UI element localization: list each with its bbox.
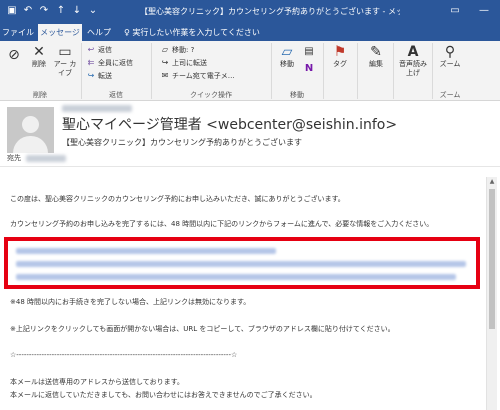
save-icon[interactable]: ▣ xyxy=(6,4,18,18)
team-email-icon: ✉ xyxy=(161,71,169,80)
group-label-delete: 削除 xyxy=(33,91,47,99)
forward-button[interactable]: ↪ 転送 xyxy=(86,70,112,82)
body-line: ※上記リンクをクリックしても画面が開かない場合は、URL をコピーして、ブラウザ… xyxy=(10,325,395,333)
tags-button[interactable]: ⚑ タグ xyxy=(328,44,352,69)
move-label: 移動 xyxy=(280,60,294,68)
zoom-label: ズーム xyxy=(439,60,461,68)
archive-box-icon: ▭ xyxy=(58,44,72,60)
ribbon: ⊘ ✕ 削除 ▭ アー カイブ 削除 ↩ 返信 ⇇ 全員に返信 ↪ 転送 返信 ▱ 移動… xyxy=(0,41,500,101)
scroll-up-icon[interactable]: ▲ xyxy=(487,177,497,187)
junk-button[interactable]: ⊘ xyxy=(5,47,23,63)
group-label-zoom: ズーム xyxy=(439,91,461,99)
read-aloud-icon: A xyxy=(407,44,419,60)
redo-icon[interactable]: ↷ xyxy=(38,4,50,18)
reply-button[interactable]: ↩ 返信 xyxy=(86,44,112,56)
read-aloud-label: 音声読み 上げ xyxy=(399,60,427,77)
forward-label: 転送 xyxy=(98,72,112,80)
body-line: 本メールは送信専用のアドレスから送信しております。 xyxy=(10,378,184,386)
vertical-scrollbar[interactable]: ▲ xyxy=(486,177,497,410)
delete-x-icon: ✕ xyxy=(33,44,45,60)
chevron-down-icon[interactable]: ⌄ xyxy=(88,4,98,18)
tell-me-search[interactable]: ♀ 実行したい作業を入力してください xyxy=(124,24,260,41)
tab-help[interactable]: ヘルプ xyxy=(84,24,114,41)
editing-button[interactable]: ✎ 編集 xyxy=(362,44,390,69)
tags-label: タグ xyxy=(333,60,347,68)
reply-label: 返信 xyxy=(98,46,112,54)
body-line: この度は、聖心美容クリニックのカウンセリング予約にお申し込みいただき、誠にありが… xyxy=(10,195,345,203)
redacted-link[interactable] xyxy=(16,274,456,280)
quick-step-forward-manager[interactable]: ↪ 上司に転送 xyxy=(160,57,207,69)
reply-all-button[interactable]: ⇇ 全員に返信 xyxy=(86,57,133,69)
undo-icon[interactable]: ↶ xyxy=(22,4,34,18)
body-line: 本メールに返信していただきましても、お問い合わせにはお答えできませんのでご了承く… xyxy=(10,391,317,399)
group-label-tags xyxy=(324,90,356,100)
editing-label: 編集 xyxy=(369,60,383,68)
onenote-icon: N xyxy=(304,63,314,74)
group-label-respond: 返信 xyxy=(109,91,123,99)
sender-name[interactable]: 聖心マイページ管理者 <webcenter@seishin.info> xyxy=(62,116,397,134)
quick-step-label: 移動: ? xyxy=(172,46,195,54)
archive-button[interactable]: ▭ アー カイブ xyxy=(53,44,77,78)
tab-file[interactable]: ファイル xyxy=(0,24,36,41)
rules-icon: ▤ xyxy=(304,46,314,57)
lightbulb-icon: ♀ xyxy=(124,28,130,37)
scrollbar-thumb[interactable] xyxy=(489,189,495,329)
quick-step-move[interactable]: ▱ 移動: ? xyxy=(160,44,194,56)
ribbon-tabs: ファイル メッセージ ヘルプ ♀ 実行したい作業を入力してください xyxy=(0,22,500,41)
move-folder-icon: ▱ xyxy=(281,44,293,60)
ribbon-display-icon[interactable]: ▭ xyxy=(444,3,466,19)
redacted-link[interactable] xyxy=(16,248,276,254)
body-divider-line: ☆---------------------------------------… xyxy=(10,351,238,359)
to-label: 宛先 xyxy=(7,154,21,162)
window-title: 【聖心美容クリニック】カウンセリング予約ありがとうございます - メッセージ (… xyxy=(140,7,400,16)
read-aloud-button[interactable]: A 音声読み 上げ xyxy=(396,44,430,78)
reply-icon: ↩ xyxy=(87,45,95,54)
redacted-recipient xyxy=(26,155,66,162)
body-line: ※48 時間以内にお手続きを完了しない場合、上記リンクは無効になります。 xyxy=(10,298,251,306)
delete-button[interactable]: ✕ 削除 xyxy=(27,44,51,69)
archive-label: アー カイブ xyxy=(53,60,77,77)
group-label-move: 移動 xyxy=(290,91,304,99)
flag-icon: ⚑ xyxy=(333,44,347,60)
quick-step-label: 上司に転送 xyxy=(172,59,207,67)
group-label-quick-steps: クイック操作 xyxy=(190,91,232,99)
redacted-date xyxy=(62,105,132,112)
forward-to-manager-icon: ↪ xyxy=(161,58,169,67)
reply-all-label: 全員に返信 xyxy=(98,59,133,67)
zoom-icon: ⚲ xyxy=(444,44,456,60)
tab-message[interactable]: メッセージ xyxy=(38,24,82,41)
move-button[interactable]: ▱ 移動 xyxy=(274,44,300,69)
message-header: 聖心マイページ管理者 <webcenter@seishin.info> 【聖心美… xyxy=(0,101,500,167)
forward-icon: ↪ xyxy=(87,71,95,80)
zoom-button[interactable]: ⚲ ズーム xyxy=(436,44,464,69)
message-body: この度は、聖心美容クリニックのカウンセリング予約にお申し込みいただき、誠にありが… xyxy=(0,168,500,410)
rules-button[interactable]: ▤ xyxy=(302,44,316,60)
arrow-up-icon[interactable]: ↑ xyxy=(56,4,66,18)
delete-label: 削除 xyxy=(32,60,46,68)
tell-me-label: 実行したい作業を入力してください xyxy=(132,28,260,37)
onenote-button[interactable]: N xyxy=(302,61,316,77)
group-divider xyxy=(393,43,394,99)
minimize-icon[interactable]: — xyxy=(472,3,496,19)
title-bar: ▣ ↶ ↷ ↑ ↓ ⌄ 【聖心美容クリニック】カウンセリング予約ありがとうござい… xyxy=(0,0,500,22)
redacted-link[interactable] xyxy=(16,261,466,267)
quick-step-team-email[interactable]: ✉ チーム宛て電子メ… xyxy=(160,70,235,82)
arrow-down-icon[interactable]: ↓ xyxy=(72,4,82,18)
edit-icon: ✎ xyxy=(370,44,382,60)
junk-mail-icon: ⊘ xyxy=(8,47,20,63)
reply-all-icon: ⇇ xyxy=(87,58,95,67)
quick-step-label: チーム宛て電子メ… xyxy=(172,72,235,80)
folder-icon: ▱ xyxy=(161,45,169,54)
message-subject: 【聖心美容クリニック】カウンセリング予約ありがとうございます xyxy=(62,138,302,147)
group-label-editing xyxy=(358,90,392,100)
body-line: カウンセリング予約のお申し込みを完了するには、48 時間以内に下記のリンクからフ… xyxy=(10,220,434,228)
contact-avatar-icon xyxy=(7,107,54,153)
